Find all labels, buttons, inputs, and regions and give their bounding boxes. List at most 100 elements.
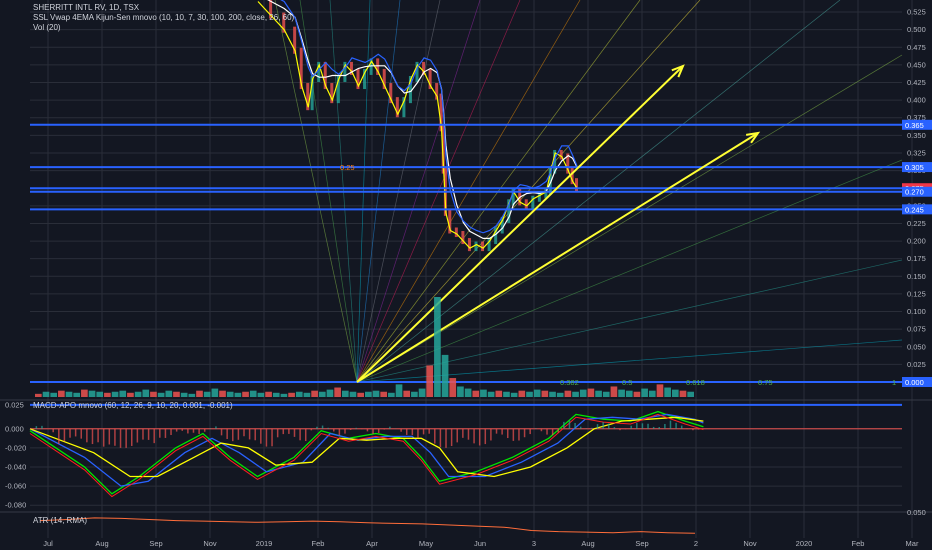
macd-hist-bar xyxy=(641,423,644,429)
volume-bar xyxy=(610,386,618,397)
volume-bar xyxy=(671,389,679,397)
volume-bar xyxy=(265,391,272,397)
macd-hist-bar xyxy=(596,424,599,429)
level-badge-label: 0.365 xyxy=(905,121,924,130)
volume-bar xyxy=(449,378,457,397)
price-y-tick-label: 0.150 xyxy=(907,272,926,281)
volume-bar xyxy=(510,392,518,397)
macd-hist-bar xyxy=(74,428,77,437)
macd-hist-bar xyxy=(591,427,593,429)
macd-hist-bar xyxy=(265,428,268,447)
volume-bar xyxy=(180,392,188,397)
volume-bar xyxy=(65,391,73,397)
macd-hist-bar xyxy=(131,428,133,446)
volume-bar xyxy=(388,392,395,397)
price-candle xyxy=(524,199,528,209)
price-y-tick-label: 0.175 xyxy=(907,254,926,263)
macd-hist-bar xyxy=(658,427,661,429)
volume-bar xyxy=(595,390,602,397)
volume-bar xyxy=(111,391,119,397)
price-candle xyxy=(531,195,535,209)
macd-hist-bar xyxy=(260,428,262,444)
macd-hist-bar xyxy=(136,428,139,443)
volume-bar xyxy=(173,391,180,397)
volume-bar xyxy=(249,390,257,397)
macd-hist-bar xyxy=(327,427,329,429)
macd-y-tick-label: -0.080 xyxy=(5,501,26,510)
macd-hist-bar xyxy=(215,426,217,429)
x-tick-label: Feb xyxy=(852,539,865,548)
macd-hist-bar xyxy=(344,428,346,434)
volume-bar xyxy=(579,389,587,397)
level-badge-label: 0.245 xyxy=(905,205,924,214)
volume-bar xyxy=(165,390,173,397)
macd-hist-bar xyxy=(535,428,537,429)
volume-bar xyxy=(150,391,157,397)
macd-hist-bar xyxy=(467,428,470,440)
volume-bar xyxy=(226,391,234,397)
macd-hist-bar xyxy=(254,428,256,441)
price-candle xyxy=(474,241,478,252)
macd-hist-bar xyxy=(579,426,582,429)
price-y-tick-label: 0.125 xyxy=(907,289,926,298)
macd-hist-bar xyxy=(602,422,604,429)
macd-hist-bar xyxy=(220,428,223,436)
volume-bar xyxy=(303,392,311,397)
volume-bar xyxy=(81,389,88,397)
macd-hist-bar xyxy=(338,428,341,436)
chart-canvas[interactable]: Jul Aug Sep Nov 2019 Feb Apr May Jun 3 Aug Sep 2 Nov 2… xyxy=(0,0,932,550)
volume-bar xyxy=(434,297,441,397)
macd-hist-bar xyxy=(282,428,285,435)
volume-bar xyxy=(326,389,334,397)
level-badge-label: 0.305 xyxy=(905,163,924,172)
macd-hist-bar xyxy=(574,423,576,429)
macd-hist-bar xyxy=(647,423,649,429)
volume-bar xyxy=(295,391,303,397)
volume-bar xyxy=(318,391,326,397)
legend-ssl: SSL Vwap 4EMA Kijun-Sen mnovo (10, 10, 7… xyxy=(33,13,295,22)
macd-hist-bar xyxy=(175,428,178,432)
volume-bar xyxy=(242,391,249,397)
volume-bar xyxy=(472,390,480,397)
x-tick-label: Apr xyxy=(366,539,378,548)
volume-bar xyxy=(211,388,219,397)
macd-hist-bar xyxy=(299,428,301,441)
macd-hist-bar xyxy=(697,428,700,430)
level-badge-label: 0.000 xyxy=(905,378,924,387)
macd-hist-bar xyxy=(355,427,357,429)
x-tick-label: 2 xyxy=(694,539,698,548)
volume-bar xyxy=(526,391,533,397)
macd-hist-bar xyxy=(91,428,94,445)
macd-hist-bar xyxy=(52,428,54,433)
volume-bar xyxy=(464,388,472,397)
macd-hist-bar xyxy=(680,425,683,429)
price-y-tick-label: 0.025 xyxy=(907,360,926,369)
price-y-tick-label: 0.050 xyxy=(907,342,926,351)
macd-hist-bar xyxy=(125,428,127,448)
macd-hist-bar xyxy=(198,428,200,434)
volume-bar xyxy=(487,391,495,397)
macd-hist-bar xyxy=(377,428,380,434)
macd-hist-bar xyxy=(405,428,408,435)
legend-atr: ATR (14, RMA) xyxy=(33,516,88,525)
price-y-tick-label: 0.225 xyxy=(907,219,926,228)
volume-bar xyxy=(380,391,388,397)
volume-bar xyxy=(648,390,656,397)
fib-label: 0.75 xyxy=(758,378,773,387)
x-tick-label: Aug xyxy=(581,539,594,548)
macd-hist-bar xyxy=(63,428,66,442)
volume-bar xyxy=(426,365,434,397)
macd-hist-bar xyxy=(316,426,318,429)
macd-hist-bar xyxy=(529,428,531,435)
macd-hist-bar xyxy=(102,428,105,447)
volume-bar xyxy=(664,387,671,397)
volume-bar xyxy=(196,390,203,397)
price-candle xyxy=(481,241,485,252)
macd-hist-bar xyxy=(372,428,374,434)
macd-hist-bar xyxy=(80,428,83,439)
price-candle xyxy=(454,227,458,238)
volume-bar xyxy=(42,391,50,397)
macd-hist-bar xyxy=(495,428,498,434)
macd-hist-bar xyxy=(310,428,313,431)
macd-hist-bar xyxy=(456,428,458,443)
